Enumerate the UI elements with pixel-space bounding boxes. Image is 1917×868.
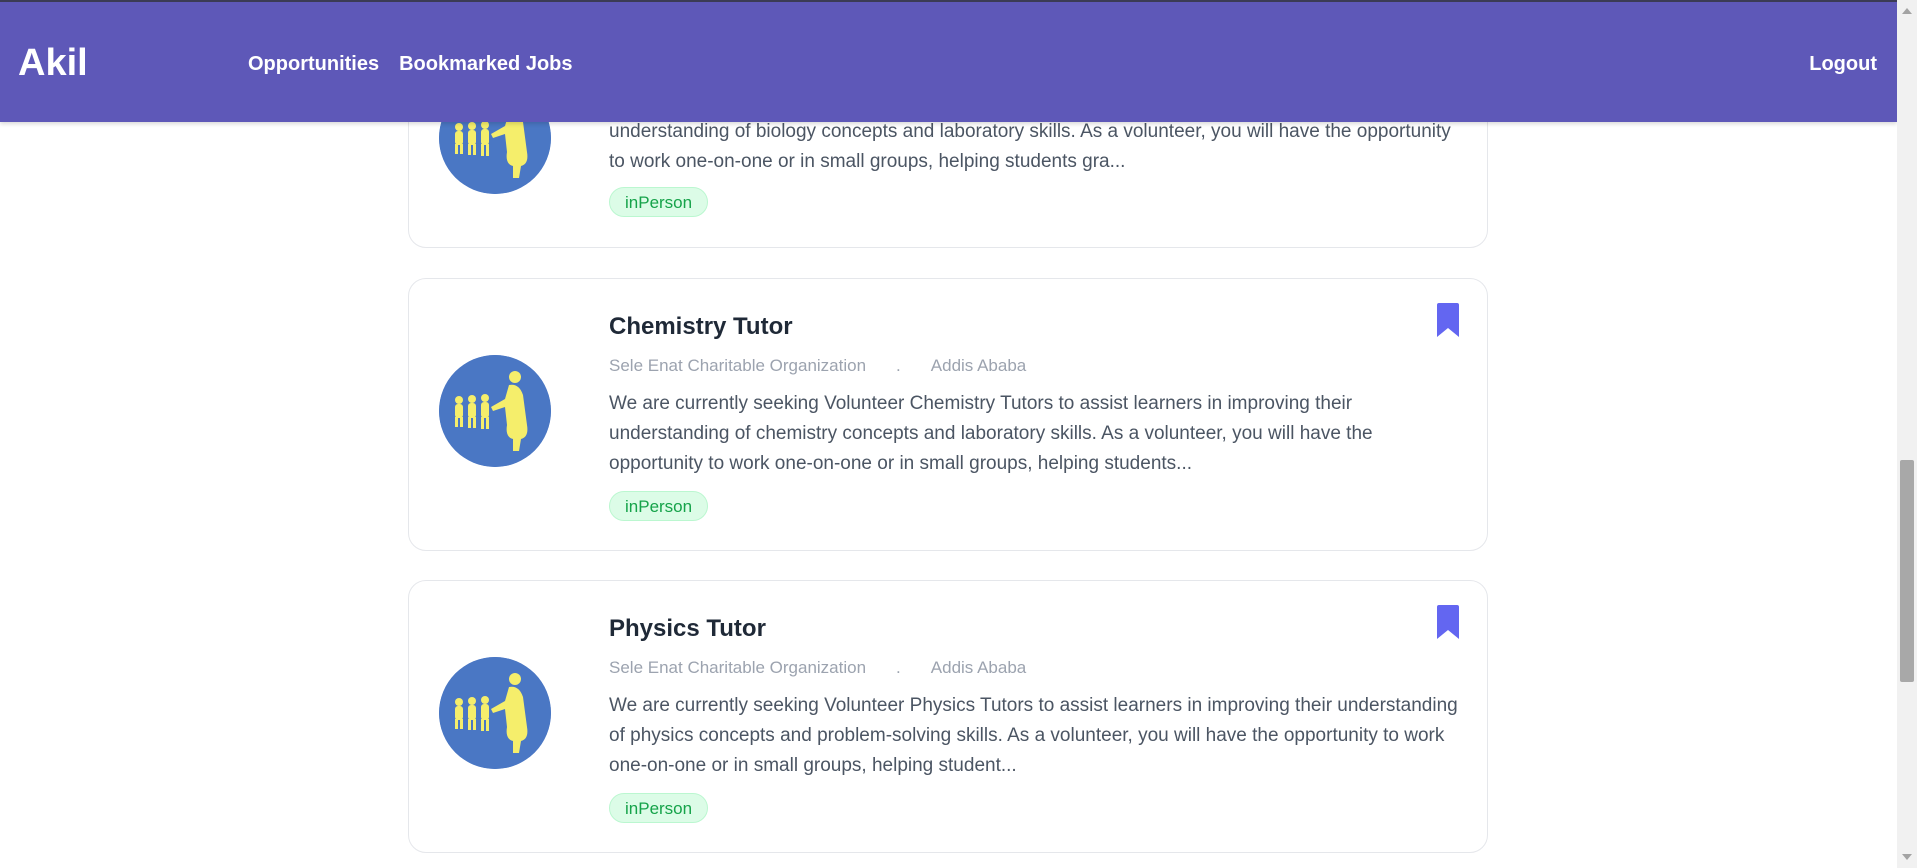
nav-link-bookmarked-jobs[interactable]: Bookmarked Jobs	[399, 52, 572, 76]
job-title[interactable]: Physics Tutor	[609, 614, 766, 644]
vertical-scrollbar[interactable]	[1897, 0, 1917, 868]
job-card[interactable]: Chemistry Tutor Sele Enat Charitable Org…	[408, 278, 1488, 551]
bookmark-icon[interactable]	[1435, 303, 1461, 337]
job-card[interactable]: Physics Tutor Sele Enat Charitable Organ…	[408, 580, 1488, 853]
meta-separator: .	[896, 658, 901, 677]
job-location: Addis Ababa	[930, 356, 1027, 375]
charity-logo-icon	[439, 657, 551, 769]
job-description: understanding of biology concepts and la…	[609, 121, 1451, 172]
meta-separator: .	[896, 356, 901, 375]
work-type-badge: inPerson	[609, 793, 709, 823]
brand-logo[interactable]: Akil	[18, 42, 88, 84]
scroll-down-arrow-icon[interactable]	[1902, 854, 1912, 860]
organization-name: Sele Enat Charitable Organization	[609, 356, 867, 375]
job-title[interactable]: Chemistry Tutor	[609, 312, 793, 342]
scroll-up-arrow-icon[interactable]	[1902, 8, 1912, 14]
top-navbar: Akil Opportunities Bookmarked Jobs Logou…	[0, 0, 1897, 122]
work-type-badge: inPerson	[609, 187, 709, 217]
job-location: Addis Ababa	[930, 658, 1027, 677]
job-description: We are currently seeking Volunteer Chemi…	[609, 393, 1373, 474]
nav-links: Opportunities Bookmarked Jobs	[248, 52, 573, 76]
job-meta: Sele Enat Charitable Organization . Addi…	[609, 657, 1026, 679]
job-description: We are currently seeking Volunteer Physi…	[609, 695, 1458, 776]
bookmark-icon[interactable]	[1435, 605, 1461, 639]
logout-button[interactable]: Logout	[1809, 52, 1877, 76]
charity-logo-icon	[439, 355, 551, 467]
job-meta: Sele Enat Charitable Organization . Addi…	[609, 355, 1026, 377]
page: Akil Opportunities Bookmarked Jobs Logou…	[0, 0, 1917, 868]
scrollbar-thumb[interactable]	[1900, 460, 1914, 682]
nav-link-opportunities[interactable]: Opportunities	[248, 52, 379, 76]
organization-name: Sele Enat Charitable Organization	[609, 658, 867, 677]
work-type-badge: inPerson	[609, 491, 709, 521]
